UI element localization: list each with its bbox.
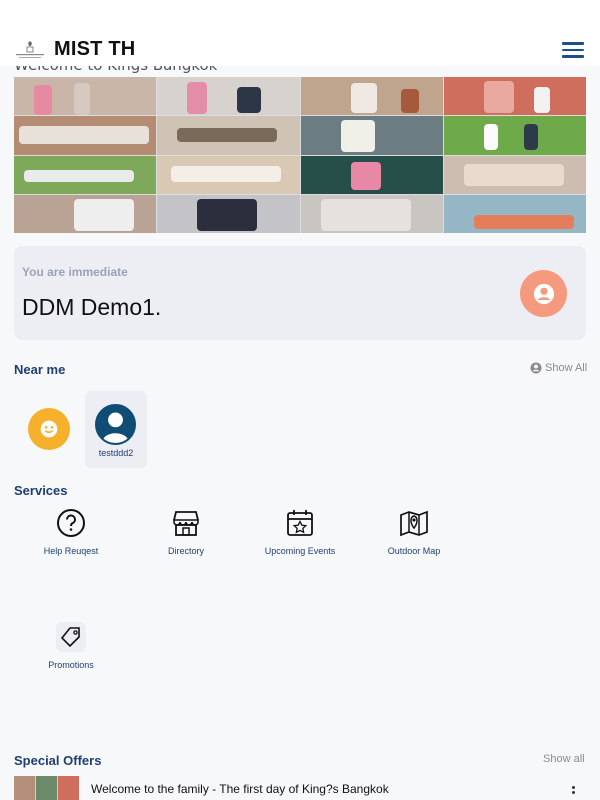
service-promotions[interactable]: Promotions [26, 622, 116, 670]
person-name: testddd2 [98, 448, 134, 458]
near-me-title: Near me [14, 362, 66, 377]
user-status-label: You are immediate [22, 265, 128, 279]
near-me-show-all[interactable]: Show All [530, 362, 587, 374]
banner-photo [14, 77, 157, 116]
service-directory[interactable]: Directory [141, 508, 231, 556]
banner-photo [443, 116, 586, 155]
service-label: Outdoor Map [387, 546, 441, 556]
near-me-person[interactable]: testddd2 [85, 391, 147, 468]
banner-photo-collage[interactable] [14, 77, 586, 233]
app-title: MIST TH [54, 38, 136, 60]
services-title: Services [14, 483, 68, 498]
user-avatar-button[interactable] [520, 270, 567, 317]
service-upcoming-events[interactable]: Upcoming Events [255, 508, 345, 556]
banner-photo [14, 155, 157, 194]
map-pin-icon [400, 510, 428, 537]
banner-photo [300, 77, 443, 116]
user-status-card: You are immediate DDM Demo1. [14, 246, 586, 340]
banner-photo [443, 77, 586, 116]
user-name: DDM Demo1. [22, 294, 162, 320]
tag-icon [56, 622, 86, 652]
user-circle-icon [530, 362, 542, 374]
banner-photo [300, 116, 443, 155]
special-offer-item[interactable]: Welcome to the family - The first day of… [14, 776, 586, 800]
service-outdoor-map[interactable]: Outdoor Map [369, 508, 459, 556]
banner-photo [14, 194, 157, 233]
help-icon [57, 509, 85, 537]
user-icon [101, 412, 130, 443]
special-offers-show-all[interactable]: Show all [543, 753, 585, 765]
person-avatar [95, 404, 136, 445]
emoji-status-button[interactable] [28, 408, 70, 450]
banner-photo [300, 194, 443, 233]
service-label: Directory [167, 546, 204, 556]
store-icon [173, 511, 199, 536]
service-label: Help Reuqest [43, 546, 99, 556]
show-all-label: Show All [545, 362, 588, 374]
smiley-icon [40, 420, 58, 438]
offer-title: Welcome to the family - The first day of… [91, 782, 389, 796]
banner-photo [300, 155, 443, 194]
calendar-star-icon [287, 510, 313, 536]
app-header: MIST TH [0, 0, 600, 66]
special-offers-title: Special Offers [14, 753, 102, 768]
banner-photo [443, 194, 586, 233]
banner-photo [157, 194, 300, 233]
user-circle-icon [533, 283, 554, 304]
banner-photo [157, 116, 300, 155]
hamburger-menu-icon[interactable] [562, 42, 584, 58]
banner-photo [157, 77, 300, 116]
service-label: Upcoming Events [264, 546, 336, 556]
school-logo [16, 41, 44, 58]
banner-photo [157, 155, 300, 194]
service-label: Promotions [48, 660, 94, 670]
banner-photo [443, 155, 586, 194]
service-help-request[interactable]: Help Reuqest [26, 508, 116, 556]
more-options-icon[interactable] [570, 786, 576, 800]
offer-thumbnail [14, 776, 79, 800]
banner-photo [14, 116, 157, 155]
